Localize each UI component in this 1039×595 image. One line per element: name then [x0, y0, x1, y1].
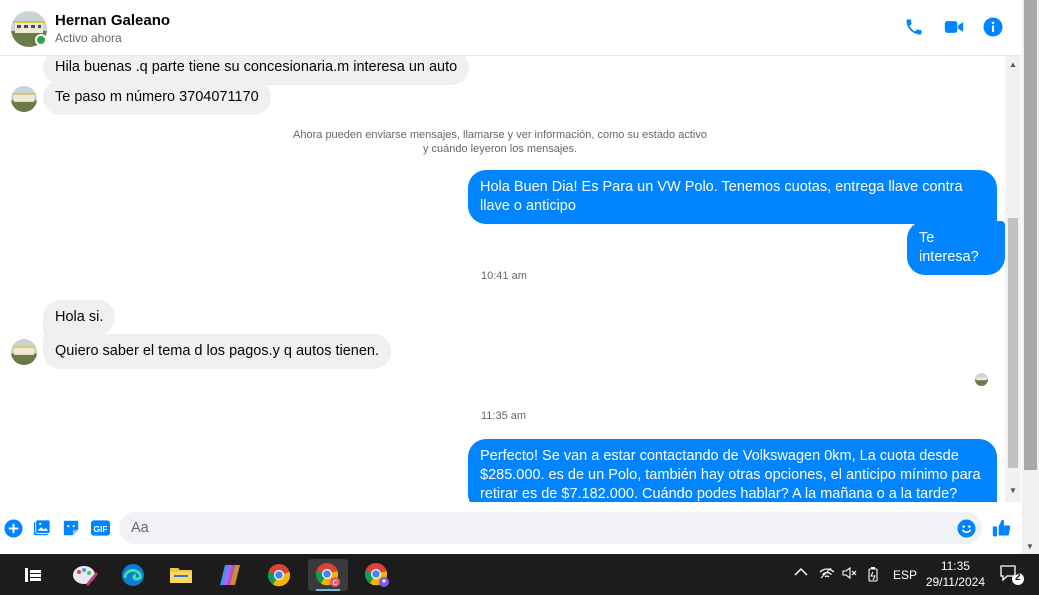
- windows-taskbar: C ESP 11:35 29/11/2024 2: [0, 554, 1039, 595]
- add-icon[interactable]: [3, 518, 23, 538]
- wifi-icon[interactable]: [819, 566, 835, 583]
- chat-header: Hernan Galeano Activo ahora: [0, 0, 1022, 56]
- chrome-profile-b-icon[interactable]: [357, 559, 397, 591]
- read-receipt-avatar: [975, 373, 988, 386]
- chrome-profile-c-icon[interactable]: C: [308, 559, 348, 591]
- page-scroll-down-arrow[interactable]: ▼: [1026, 542, 1034, 551]
- scroll-down-arrow[interactable]: ▼: [1009, 486, 1017, 495]
- gif-icon[interactable]: GIF: [90, 518, 110, 538]
- contact-status: Activo ahora: [55, 31, 122, 45]
- clock-time: 11:35: [940, 559, 970, 573]
- system-note-line: Ahora pueden enviarse mensajes, llamarse…: [293, 129, 707, 141]
- message-outgoing[interactable]: Hola Buen Dia! Es Para un VW Polo. Tenem…: [468, 170, 997, 224]
- message-outgoing[interactable]: Perfecto! Se van a estar contactando de …: [468, 439, 997, 502]
- scroll-up-arrow[interactable]: ▲: [1009, 60, 1017, 69]
- edge-icon[interactable]: [113, 559, 153, 591]
- page-scroll-thumb[interactable]: [1024, 0, 1037, 470]
- page-scrollbar[interactable]: ▼: [1022, 0, 1039, 554]
- timestamp: 11:35 am: [481, 410, 527, 422]
- task-view-icon[interactable]: [13, 559, 53, 591]
- system-clock[interactable]: 11:35 29/11/2024: [926, 558, 985, 590]
- svg-text:C: C: [332, 580, 337, 587]
- message-incoming[interactable]: Te paso m número 3704071170: [43, 80, 271, 115]
- notification-count: 2: [1015, 572, 1021, 583]
- copilot-icon[interactable]: [210, 559, 250, 591]
- volume-muted-icon[interactable]: [842, 566, 858, 583]
- message-outgoing[interactable]: Te interesa?: [907, 221, 1005, 275]
- sticker-icon[interactable]: [61, 518, 81, 538]
- photo-icon[interactable]: [32, 518, 52, 538]
- chat-scrollbar[interactable]: ▲ ▼: [1005, 56, 1021, 502]
- message-list[interactable]: Hila buenas .q parte tiene su concesiona…: [0, 56, 1005, 502]
- contact-name[interactable]: Hernan Galeano: [55, 12, 170, 29]
- message-composer: GIF: [0, 502, 1022, 554]
- paint-icon[interactable]: [65, 559, 105, 591]
- battery-icon[interactable]: [866, 566, 880, 585]
- contact-avatar-small[interactable]: [11, 86, 37, 112]
- system-note-line: y cuándo leyeron los mensajes.: [422, 143, 578, 155]
- file-explorer-icon[interactable]: [161, 559, 201, 591]
- show-hidden-icons-chevron-icon[interactable]: [794, 566, 808, 580]
- messenger-window: Hernan Galeano Activo ahora Hila buenas …: [0, 0, 1039, 595]
- system-note: Ahora pueden enviarse mensajes, llamarse…: [250, 128, 750, 156]
- video-icon[interactable]: [943, 16, 965, 38]
- notification-center-icon[interactable]: 2: [999, 564, 1025, 586]
- chat-scroll-thumb[interactable]: [1008, 218, 1018, 468]
- message-incoming[interactable]: Quiero saber el tema d los pagos.y q aut…: [43, 334, 392, 369]
- svg-text:GIF: GIF: [93, 524, 107, 534]
- online-status-dot: [35, 34, 47, 46]
- chrome-icon[interactable]: [259, 559, 299, 591]
- info-icon[interactable]: [982, 16, 1004, 38]
- message-incoming[interactable]: Hola si.: [43, 300, 116, 335]
- language-indicator[interactable]: ESP: [893, 568, 917, 582]
- message-input[interactable]: [119, 512, 982, 544]
- thumbs-up-icon[interactable]: [992, 518, 1012, 538]
- clock-date: 29/11/2024: [925, 575, 985, 589]
- timestamp: 10:41 am: [481, 270, 527, 282]
- emoji-icon[interactable]: [956, 518, 976, 538]
- phone-icon[interactable]: [903, 16, 925, 38]
- contact-avatar-small[interactable]: [11, 339, 37, 365]
